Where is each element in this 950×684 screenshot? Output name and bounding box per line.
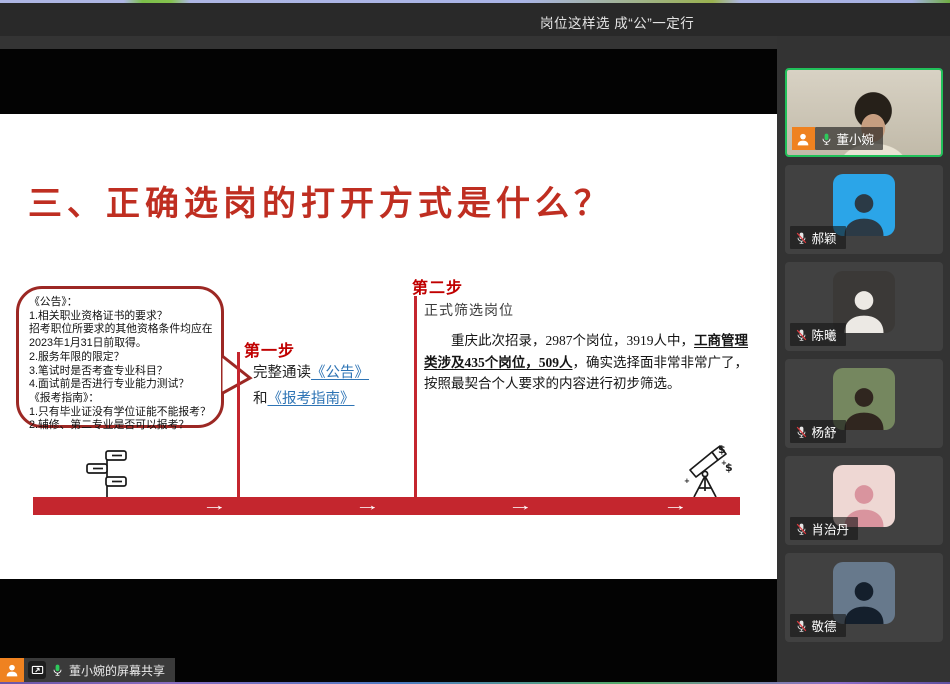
meeting-title: 岗位这样选 成“公”一定行	[540, 12, 694, 32]
mic-muted-icon	[795, 231, 808, 245]
mic-muted-icon	[795, 425, 808, 439]
participant-name-tag: 郝颖	[790, 226, 846, 249]
signpost-icon	[82, 450, 132, 498]
arrow-right-icon: →	[663, 497, 689, 515]
mic-on-icon	[820, 132, 833, 146]
announcement-link[interactable]: 《公告》	[311, 365, 369, 381]
timeline-connector-2	[414, 296, 417, 497]
participant-name-tag: 敬德	[790, 614, 846, 637]
participant-tile-yangshu[interactable]: 杨舒	[785, 359, 943, 448]
timeline-connector-1	[237, 352, 240, 497]
participant-name-tag: 肖治丹	[790, 517, 859, 540]
share-banner-label: 董小婉的屏幕共享	[69, 662, 165, 679]
participant-tile-chenxi[interactable]: 陈曦	[785, 262, 943, 351]
step2-paragraph: 重庆此次招录，2987个岗位，3919人中，工商管理类涉及435个岗位，509人…	[424, 330, 748, 395]
bubble-line: 2.服务年限的限定？	[29, 351, 217, 365]
slide-title: 三、正确选岗的打开方式是什么？	[28, 176, 613, 225]
mic-muted-icon	[795, 328, 808, 342]
bubble-line: 1.相关职业资格证书的要求？	[29, 310, 217, 324]
bubble-line: 3.笔试时是否考查专业科目？	[29, 365, 217, 379]
screen-share-indicator[interactable]: 董小婉的屏幕共享	[0, 658, 175, 682]
bubble-line: 2023年1月31日前取得。	[29, 337, 217, 351]
svg-text:$: $	[718, 443, 726, 456]
participant-name-tag: 陈曦	[790, 323, 846, 346]
step1-text-mid: 和	[253, 391, 268, 407]
participants-panel: 董小婉 郝颖	[777, 36, 950, 682]
application-guide-link[interactable]: 《报考指南》	[268, 391, 355, 407]
participant-tile-jingde[interactable]: 敬德	[785, 553, 943, 642]
bubble-line: 4.面试前是否进行专业能力测试？	[29, 378, 217, 392]
participant-name: 肖治丹	[812, 519, 850, 538]
arrow-right-icon: →	[355, 497, 381, 515]
arrow-right-icon: →	[508, 497, 534, 515]
bubble-line: 招考职位所要求的其他资格条件均应在	[29, 323, 217, 337]
participant-name: 杨舒	[812, 422, 837, 441]
svg-text:+: +	[684, 477, 690, 485]
step1-label: 第一步	[244, 337, 295, 361]
mic-muted-icon	[795, 522, 808, 536]
shared-screen-area: 三、正确选岗的打开方式是什么？ 《公告》： 1.相关职业资格证书的要求？ 招考职…	[0, 49, 777, 682]
screen-share-icon	[28, 661, 46, 679]
participant-name: 敬德	[812, 616, 837, 635]
mic-muted-icon	[795, 619, 808, 633]
bubble-line: 1.只有毕业证没有学位证能不能报考？	[29, 406, 217, 420]
presenter-badge-icon	[792, 127, 815, 150]
presenter-badge-icon	[0, 658, 24, 682]
telescope-dollar-icon: $ $ + +	[678, 443, 734, 497]
arrow-right-icon: →	[202, 497, 228, 515]
participant-name: 陈曦	[812, 325, 837, 344]
participant-name: 郝颖	[812, 228, 837, 247]
participant-tile-xiaozhidan[interactable]: 肖治丹	[785, 456, 943, 545]
step1-text: 完整通读《公告》 和《报考指南》	[253, 360, 369, 412]
bubble-line: 《报考指南》：	[29, 392, 217, 406]
participant-name: 董小婉	[837, 129, 875, 148]
meeting-window: 岗位这样选 成“公”一定行 三、正确选岗的打开方式是什么？ 《公告》： 1.相关…	[0, 0, 950, 684]
share-banner-body: 董小婉的屏幕共享	[24, 658, 175, 682]
participant-name-tag: 杨舒	[790, 420, 846, 443]
step2-subtitle: 正式筛选岗位	[424, 300, 514, 320]
para-text: 重庆此次招录，2987个岗位，3919人中，	[451, 333, 694, 348]
participant-tile-dongxiaowan[interactable]: 董小婉	[785, 68, 943, 157]
meeting-top-bar: 岗位这样选 成“公”一定行	[0, 3, 950, 36]
presentation-slide: 三、正确选岗的打开方式是什么？ 《公告》： 1.相关职业资格证书的要求？ 招考职…	[0, 114, 777, 579]
participant-name-tag: 董小婉	[792, 127, 884, 150]
svg-text:+: +	[721, 459, 727, 467]
bubble-line: 2.辅修、第二专业是否可以报考？	[29, 419, 217, 433]
participant-tile-haoying[interactable]: 郝颖	[785, 165, 943, 254]
step1-text-prefix: 完整通读	[253, 365, 311, 381]
speech-bubble: 《公告》： 1.相关职业资格证书的要求？ 招考职位所要求的其他资格条件均应在 2…	[16, 286, 224, 428]
bubble-line: 《公告》：	[29, 296, 217, 310]
step2-label: 第二步	[412, 274, 463, 298]
mic-on-icon	[51, 663, 64, 677]
timeline-bar: → → → →	[33, 497, 740, 515]
